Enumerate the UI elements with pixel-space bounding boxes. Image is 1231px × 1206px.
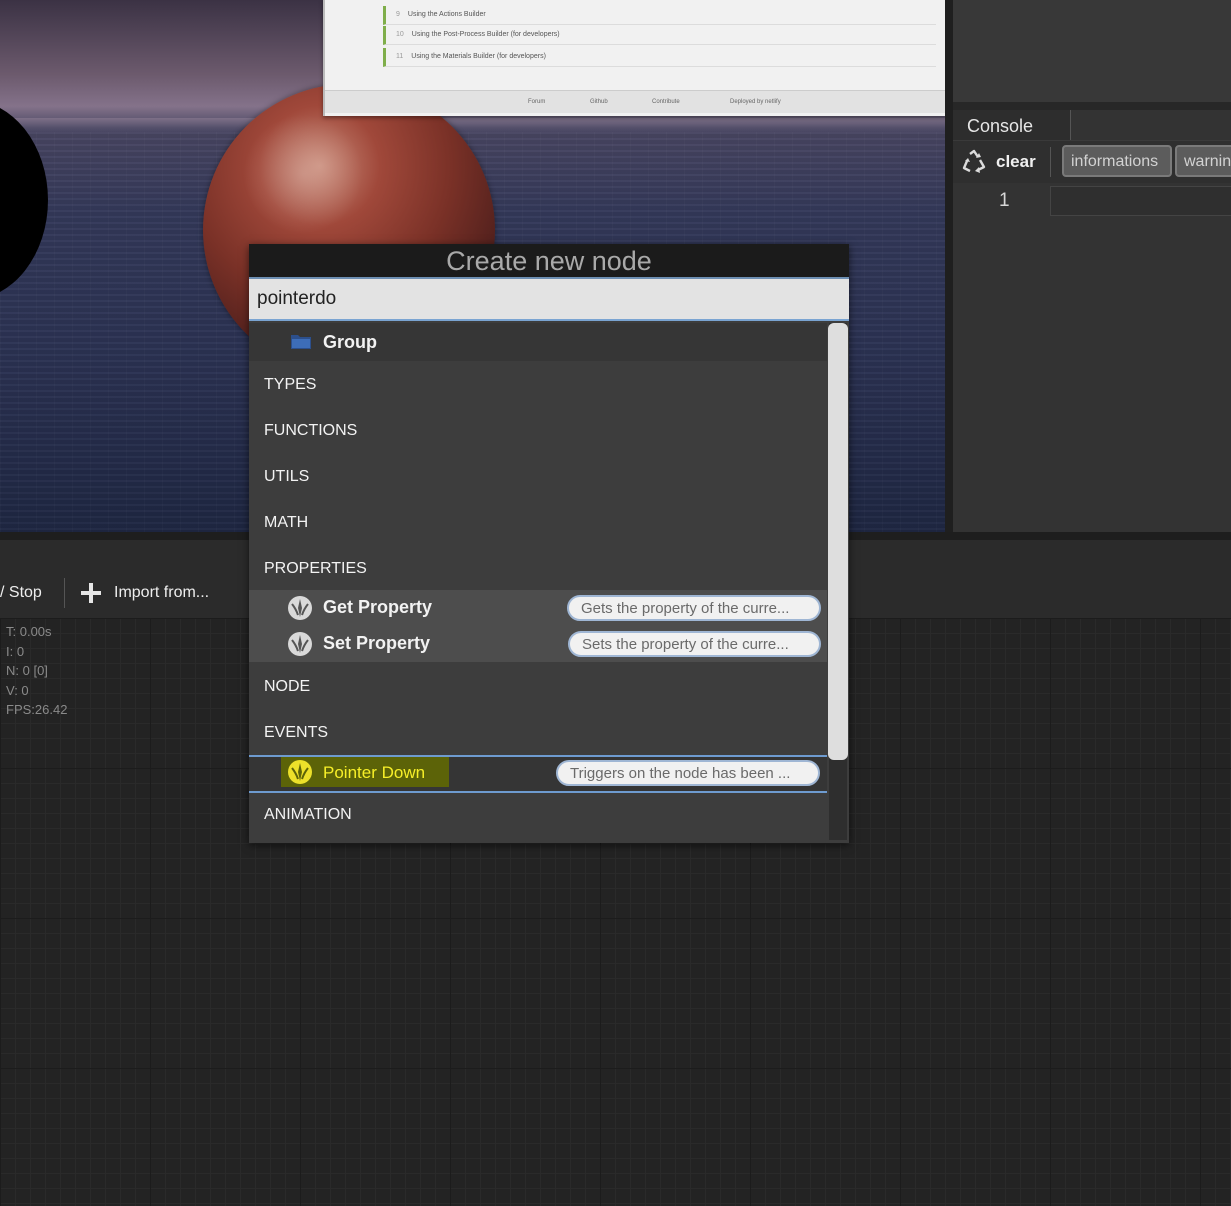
filter-warnings-button[interactable]: warnin xyxy=(1175,145,1231,177)
plus-icon[interactable] xyxy=(80,582,102,604)
inspector-panel xyxy=(953,0,1231,102)
description-pill: Sets the property of the curre... xyxy=(568,631,821,657)
list-item-get-property[interactable]: Get Property Gets the property of the cu… xyxy=(249,590,827,626)
category-properties[interactable]: PROPERTIES xyxy=(264,560,367,578)
clear-button[interactable]: clear xyxy=(996,152,1036,172)
documentation-panel: 9 Using the Actions Builder 10 Using the P… xyxy=(323,0,945,116)
stat-vertices: V: 0 xyxy=(6,682,29,698)
category-functions[interactable]: FUNCTIONS xyxy=(264,422,357,440)
stat-iterations: I: 0 xyxy=(6,643,25,659)
list-item-group[interactable]: Group xyxy=(249,323,827,361)
forum-link[interactable]: Forum xyxy=(528,99,545,105)
scrollbar-thumb[interactable] xyxy=(828,323,848,760)
category-utils[interactable]: UTILS xyxy=(264,468,309,486)
node-emblem-icon xyxy=(288,760,312,784)
doc-line: 10 Using the Post-Process Builder (for de… xyxy=(383,26,936,45)
description-pill: Gets the property of the curre... xyxy=(567,595,821,621)
list-item-pointer-down[interactable]: Pointer Down Triggers on the node has be… xyxy=(249,755,827,793)
category-types[interactable]: TYPES xyxy=(264,376,316,394)
stat-time: T: 0.00s xyxy=(6,624,52,639)
console-panel: Console clear informations warnin 1 xyxy=(953,110,1231,532)
recycle-icon[interactable] xyxy=(961,149,987,175)
netlify-link[interactable]: Deployed by netlify xyxy=(730,99,781,105)
category-math[interactable]: MATH xyxy=(264,514,308,532)
node-list: Group TYPES FUNCTIONS UTILS MATH PROPERT… xyxy=(249,323,827,840)
doc-line: 9 Using the Actions Builder xyxy=(383,6,936,25)
node-emblem-icon xyxy=(288,596,312,620)
github-link[interactable]: Github xyxy=(590,99,608,105)
filter-informations-button[interactable]: informations xyxy=(1062,145,1172,177)
category-node[interactable]: NODE xyxy=(264,678,310,696)
import-button[interactable]: Import from... xyxy=(114,584,209,602)
category-events[interactable]: EVENTS xyxy=(264,724,328,742)
tab-console[interactable]: Console xyxy=(953,110,1071,140)
properties-items: Get Property Gets the property of the cu… xyxy=(249,590,827,662)
doc-line: 11 Using the Materials Builder (for devel… xyxy=(383,48,936,67)
list-scrollbar[interactable] xyxy=(827,323,849,840)
play-stop-button[interactable]: / Stop xyxy=(0,584,42,602)
console-input[interactable] xyxy=(1050,186,1231,216)
toolbar-divider xyxy=(64,578,65,608)
panel-divider[interactable] xyxy=(945,0,953,532)
list-item-set-property[interactable]: Set Property Sets the property of the cu… xyxy=(249,626,827,662)
stat-nodes: N: 0 [0] xyxy=(6,663,48,678)
category-animation[interactable]: ANIMATION xyxy=(264,806,352,824)
toolbar-divider xyxy=(1050,147,1051,177)
folder-icon xyxy=(291,335,311,349)
node-emblem-icon xyxy=(288,632,312,656)
stats-overlay: T: 0.00s I: 0 N: 0 [0] V: 0 FPS:26.42 xyxy=(6,622,67,720)
doc-footer: Forum Github Contribute Deployed by netl… xyxy=(325,90,945,113)
console-toolbar: clear informations warnin xyxy=(953,140,1231,183)
contribute-link[interactable]: Contribute xyxy=(652,99,680,105)
create-node-dialog: Create new node Group TYPES FUNCTIONS UT… xyxy=(249,244,849,843)
node-search-input[interactable] xyxy=(249,279,849,321)
horizon xyxy=(0,118,945,132)
console-line-number: 1 xyxy=(999,190,1010,211)
stat-fps: FPS:26.42 xyxy=(6,702,68,717)
description-pill: Triggers on the node has been ... xyxy=(556,760,820,786)
dialog-title: Create new node xyxy=(249,244,849,279)
